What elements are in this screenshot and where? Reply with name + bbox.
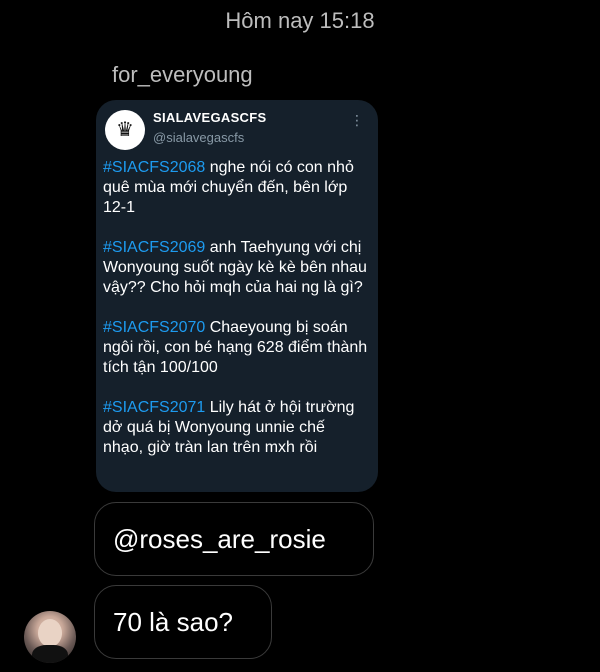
sender-avatar[interactable] xyxy=(24,611,76,663)
more-options-icon[interactable]: ⋮ xyxy=(350,112,364,129)
hashtag-link[interactable]: #SIACFS2070 xyxy=(103,319,205,336)
tweet-entry: #SIACFS2069 anh Taehyung với chị Wonyoun… xyxy=(103,238,368,298)
tweet-entry: #SIACFS2068 nghe nói có con nhỏ quê mùa … xyxy=(103,158,368,218)
message-bubble[interactable]: @roses_are_rosie xyxy=(94,502,374,576)
chat-timestamp: Hôm nay 15:18 xyxy=(225,8,375,33)
tweet-body: #SIACFS2068 nghe nói có con nhỏ quê mùa … xyxy=(103,158,368,458)
hashtag-link[interactable]: #SIACFS2069 xyxy=(103,239,205,256)
tweet-header: ♛ SIALAVEGASCFS @sialavegascfs ⋮ xyxy=(103,108,368,158)
tweet-account-name: SIALAVEGASCFS xyxy=(153,110,267,125)
hashtag-link[interactable]: #SIACFS2071 xyxy=(103,399,205,416)
message-bubble[interactable]: 70 là sao? xyxy=(94,585,272,659)
tweet-entry: #SIACFS2070 Chaeyoung bị soán ngôi rồi, … xyxy=(103,318,368,378)
hashtag-link[interactable]: #SIACFS2068 xyxy=(103,159,205,176)
message-text: @roses_are_rosie xyxy=(113,523,326,554)
sender-name: for_everyoung xyxy=(112,62,253,87)
tweet-entry: #SIACFS2071 Lily hát ở hội trường dở quá… xyxy=(103,398,368,458)
message-text: 70 là sao? xyxy=(113,606,233,637)
shared-tweet-card[interactable]: ♛ SIALAVEGASCFS @sialavegascfs ⋮ #SIACFS… xyxy=(96,100,378,492)
tweet-handle: @sialavegascfs xyxy=(153,130,245,145)
crest-logo-icon: ♛ xyxy=(105,110,145,150)
